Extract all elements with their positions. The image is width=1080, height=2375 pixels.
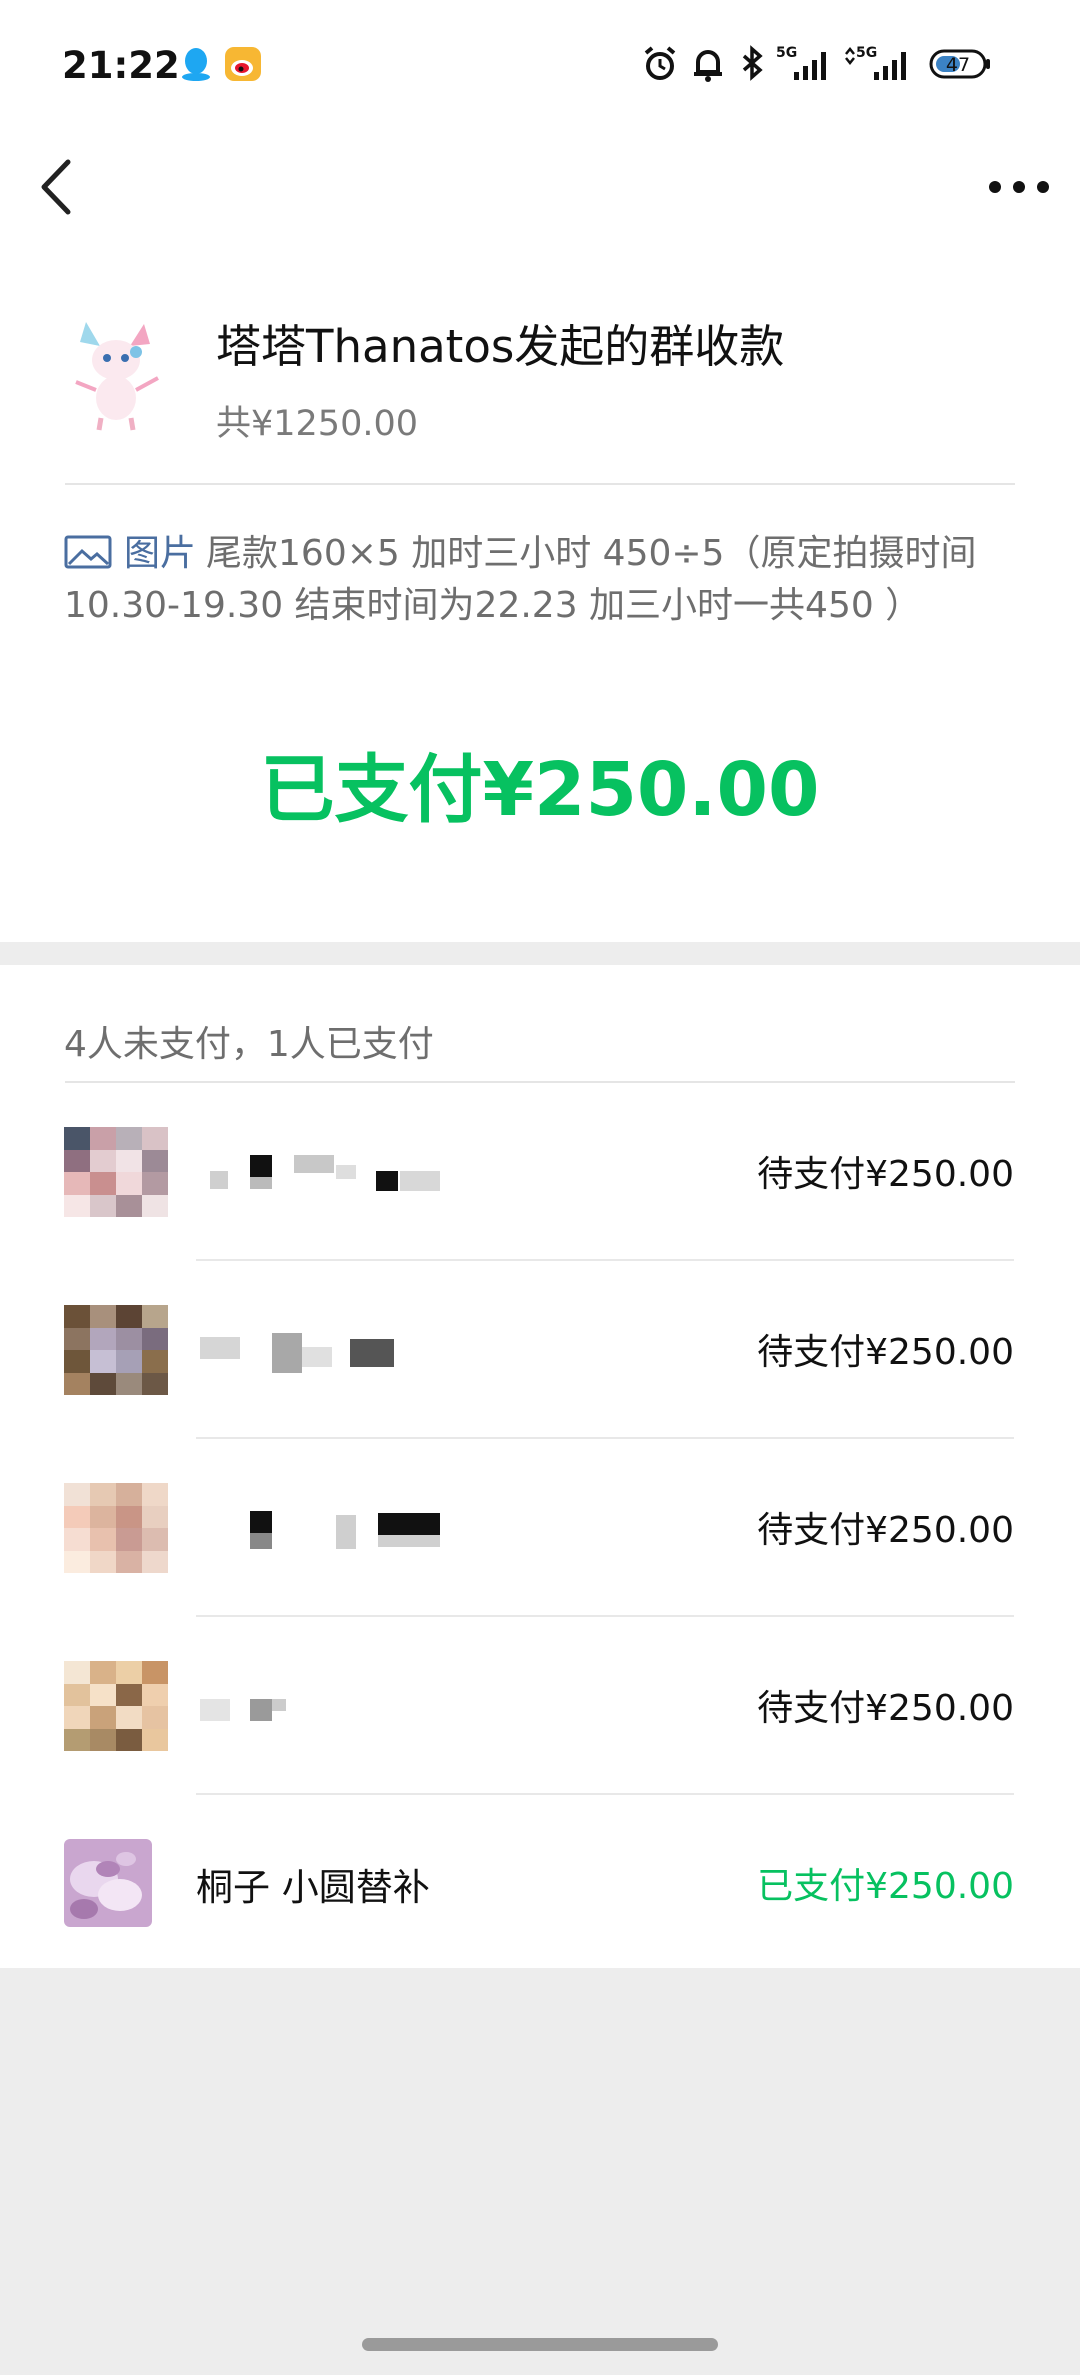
payment-summary-text: 4人未支付，1人已支付 [64,1024,434,1065]
navigation-bar [0,140,1080,230]
collection-note: 图片 尾款160×5 加时三小时 450÷5（原定拍摄时间10.30-19.30 … [64,528,1024,632]
list-item[interactable]: 待支付¥250.00 [0,1439,1080,1617]
back-button[interactable] [30,154,90,220]
qq-icon [176,44,216,84]
note-text: 尾款160×5 加时三小时 450÷5（原定拍摄时间10.30-19.30 结束… [64,533,977,626]
avatar [64,1839,152,1927]
name-redacted [200,1511,500,1551]
my-payment-status: 已支付¥250.00 [260,747,820,833]
svg-text:5G: 5G [776,45,797,61]
member-amount: 待支付¥250.00 [757,1688,1014,1729]
collection-total: 共¥1250.00 [216,404,419,444]
signal-1-icon: 5G [776,44,832,84]
name-redacted [200,1333,500,1373]
image-link[interactable]: 图片 [124,533,196,574]
signal-2-icon: 5G [842,44,914,84]
battery-level: 47 [946,54,970,76]
more-button[interactable] [984,162,1054,212]
member-name: 桐子 小圆替补 [196,1866,430,1909]
member-amount: 待支付¥250.00 [757,1154,1014,1195]
bell-off-icon [688,44,728,84]
svg-text:5G: 5G [856,45,877,61]
avatar [64,1483,168,1573]
battery-icon: 47 [928,44,992,84]
weibo-icon [224,44,264,84]
list-item[interactable]: 待支付¥250.00 [0,1083,1080,1261]
collection-title: 塔塔Thanatos发起的群收款 [216,320,785,373]
member-amount: 待支付¥250.00 [757,1332,1014,1373]
chevron-left-icon [41,159,71,215]
initiator-avatar[interactable] [66,312,166,432]
list-item[interactable]: 桐子 小圆替补 已支付¥250.00 [0,1795,1080,1973]
payment-summary-card: 21:22 5G 5G 47 塔塔Thanatos发起的群收款 共¥1250.0… [0,0,1080,942]
member-amount: 已支付¥250.00 [757,1866,1014,1907]
member-amount: 待支付¥250.00 [757,1510,1014,1551]
list-item[interactable]: 待支付¥250.00 [0,1261,1080,1439]
name-redacted [200,1155,500,1195]
avatar [64,1305,168,1395]
status-time: 21:22 [62,44,180,87]
bluetooth-icon [732,44,772,84]
list-item[interactable]: 待支付¥250.00 [0,1617,1080,1795]
avatar [64,1661,168,1751]
avatar [64,1127,168,1217]
alarm-icon [640,44,680,84]
home-indicator[interactable] [362,2338,718,2351]
more-dots-icon [989,181,1049,193]
member-list: 4人未支付，1人已支付 待支付¥250.00 待支付¥250.00 待支付¥25… [0,965,1080,1968]
image-icon [64,532,112,569]
divider [65,483,1015,485]
name-redacted [200,1689,500,1729]
status-bar: 21:22 5G 5G 47 [0,0,1080,130]
